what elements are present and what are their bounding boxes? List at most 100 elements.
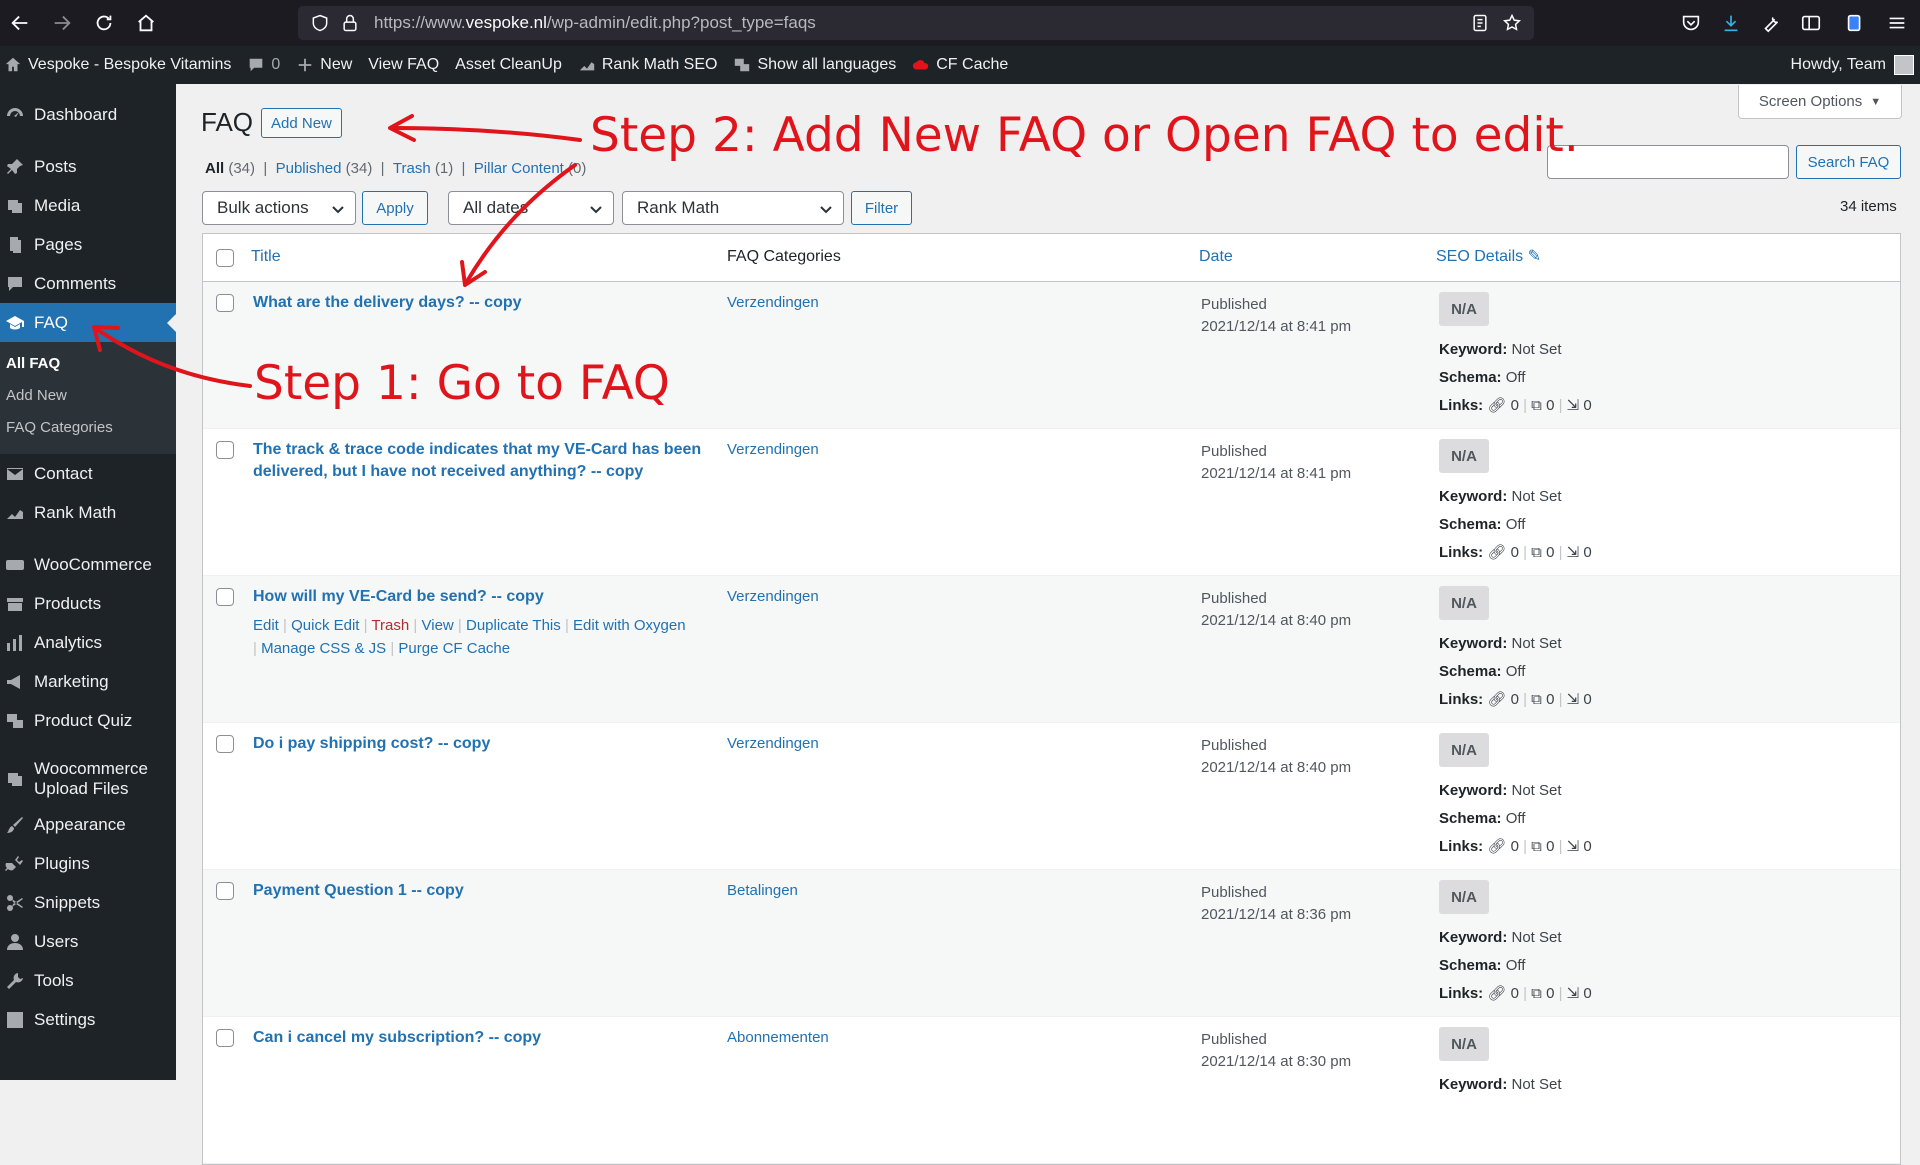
menu-icon[interactable] <box>1886 12 1908 34</box>
cf-cache-link[interactable]: CF Cache <box>904 46 1016 84</box>
search-input[interactable] <box>1547 145 1789 179</box>
wrench-icon[interactable] <box>1760 12 1782 34</box>
comments-link[interactable]: 0 <box>239 46 288 84</box>
row-action-edit[interactable]: Edit <box>253 617 279 634</box>
download-icon[interactable] <box>1720 12 1742 34</box>
menu-media[interactable]: Media <box>0 186 176 225</box>
row-action-manage-css-js[interactable]: Manage CSS & JS <box>261 640 386 657</box>
row-category-link[interactable]: Betalingen <box>727 882 798 899</box>
row-title-link[interactable]: The track & trace code indicates that my… <box>253 439 723 483</box>
row-action-quick-edit[interactable]: Quick Edit <box>291 617 359 634</box>
row-category-link[interactable]: Verzendingen <box>727 588 819 605</box>
menu-plugins[interactable]: Plugins <box>0 844 176 883</box>
column-date[interactable]: Date <box>1199 248 1233 266</box>
row-category-link[interactable]: Verzendingen <box>727 294 819 311</box>
menu-dashboard[interactable]: Dashboard <box>0 95 176 134</box>
row-action-trash[interactable]: Trash <box>371 617 409 634</box>
asset-cleanup-link[interactable]: Asset CleanUp <box>447 46 570 84</box>
row-action-duplicate[interactable]: Duplicate This <box>466 617 561 634</box>
row-category-link[interactable]: Abonnementen <box>727 1029 829 1046</box>
home-icon[interactable] <box>128 5 164 41</box>
menu-woocommerce-upload-files[interactable]: Woocommerce Upload Files <box>0 753 176 805</box>
rank-math-filter-select[interactable]: Rank Math <box>622 191 844 225</box>
row-title-link[interactable]: Payment Question 1 -- copy <box>253 880 723 902</box>
pocket-icon[interactable] <box>1680 12 1702 34</box>
column-seo-label: SEO Details <box>1436 248 1524 265</box>
menu-settings[interactable]: Settings <box>0 1000 176 1039</box>
row-action-purge-cache[interactable]: Purge CF Cache <box>398 640 510 657</box>
column-seo-details[interactable]: SEO Details ✎ <box>1436 246 1541 266</box>
separator: | <box>1523 838 1527 855</box>
menu-label: Contact <box>34 463 93 483</box>
menu-contact[interactable]: Contact <box>0 454 176 493</box>
view-faq-link[interactable]: View FAQ <box>360 46 447 84</box>
back-icon[interactable] <box>2 5 38 41</box>
column-title[interactable]: Title <box>251 248 281 266</box>
filter-all[interactable]: All (34) <box>205 160 255 177</box>
row-category-link[interactable]: Verzendingen <box>727 735 819 752</box>
lock-icon[interactable] <box>340 13 360 33</box>
menu-pages[interactable]: Pages <box>0 225 176 264</box>
forward-icon[interactable] <box>44 5 80 41</box>
menu-comments[interactable]: Comments <box>0 264 176 303</box>
menu-analytics[interactable]: Analytics <box>0 623 176 662</box>
row-title-link[interactable]: Do i pay shipping cost? -- copy <box>253 733 723 755</box>
row-checkbox[interactable] <box>216 294 234 312</box>
menu-rank-math[interactable]: Rank Math <box>0 493 176 532</box>
seo-keyword: Keyword: Not Set <box>1439 630 1592 658</box>
row-action-edit-oxygen[interactable]: Edit with Oxygen <box>573 617 686 634</box>
site-name-link[interactable]: Vespoke - Bespoke Vitamins <box>0 46 239 84</box>
pencil-icon[interactable]: ✎ <box>1528 248 1541 265</box>
menu-products[interactable]: Products <box>0 584 176 623</box>
menu-snippets[interactable]: Snippets <box>0 883 176 922</box>
filter-pillar-content[interactable]: Pillar Content (0) <box>474 160 587 177</box>
row-action-view[interactable]: View <box>422 617 454 634</box>
row-checkbox[interactable] <box>216 1029 234 1047</box>
row-checkbox[interactable] <box>216 588 234 606</box>
rank-math-seo-link[interactable]: Rank Math SEO <box>570 46 726 84</box>
account-menu[interactable]: Howdy, Team <box>1783 46 1920 84</box>
menu-users[interactable]: Users <box>0 922 176 961</box>
screen-options-button[interactable]: Screen Options ▼ <box>1738 85 1902 119</box>
menu-marketing[interactable]: Marketing <box>0 662 176 701</box>
menu-faq[interactable]: FAQ <box>0 303 176 342</box>
row-checkbox[interactable] <box>216 441 234 459</box>
apply-button[interactable]: Apply <box>362 191 428 225</box>
dashboard-icon <box>4 104 26 126</box>
filter-button[interactable]: Filter <box>851 191 912 225</box>
reader-icon[interactable] <box>1470 13 1490 38</box>
submenu-faq-categories[interactable]: FAQ Categories <box>0 412 176 444</box>
menu-product-quiz[interactable]: Product Quiz <box>0 701 176 740</box>
url-bar[interactable]: https://www.vespoke.nl/wp-admin/edit.php… <box>298 6 1534 40</box>
show-languages-link[interactable]: Show all languages <box>725 46 904 84</box>
row-title-link[interactable]: How will my VE-Card be send? -- copy <box>253 586 723 608</box>
row-title-link[interactable]: Can i cancel my subscription? -- copy <box>253 1027 723 1049</box>
select-all-checkbox[interactable] <box>216 249 234 267</box>
date-filter-select[interactable]: All dates <box>448 191 614 225</box>
filter-trash[interactable]: Trash (1) <box>393 160 453 177</box>
submenu-all-faq[interactable]: All FAQ <box>0 348 176 380</box>
chevron-down-icon <box>332 206 344 214</box>
bookmark-star-icon[interactable] <box>1502 13 1522 38</box>
bulk-actions-select[interactable]: Bulk actions <box>202 191 356 225</box>
shield-icon[interactable] <box>310 13 330 33</box>
search-faq-button[interactable]: Search FAQ <box>1796 145 1901 179</box>
seo-keyword-label: Keyword: <box>1439 1076 1508 1093</box>
sidebar-toggle-icon[interactable] <box>1800 12 1822 34</box>
seo-keyword-value: Not Set <box>1507 341 1562 358</box>
extension-icon[interactable] <box>1844 12 1866 34</box>
menu-posts[interactable]: Posts <box>0 147 176 186</box>
menu-tools[interactable]: Tools <box>0 961 176 1000</box>
new-content-link[interactable]: New <box>288 46 360 84</box>
graduation-cap-icon <box>4 312 26 334</box>
row-checkbox[interactable] <box>216 882 234 900</box>
row-category-link[interactable]: Verzendingen <box>727 441 819 458</box>
menu-woocommerce[interactable]: WooCommerce <box>0 545 176 584</box>
add-new-button[interactable]: Add New <box>261 108 342 138</box>
filter-published[interactable]: Published (34) <box>276 160 373 177</box>
row-title-link[interactable]: What are the delivery days? -- copy <box>253 292 723 314</box>
row-checkbox[interactable] <box>216 735 234 753</box>
submenu-add-new[interactable]: Add New <box>0 380 176 412</box>
menu-appearance[interactable]: Appearance <box>0 805 176 844</box>
reload-icon[interactable] <box>86 5 122 41</box>
